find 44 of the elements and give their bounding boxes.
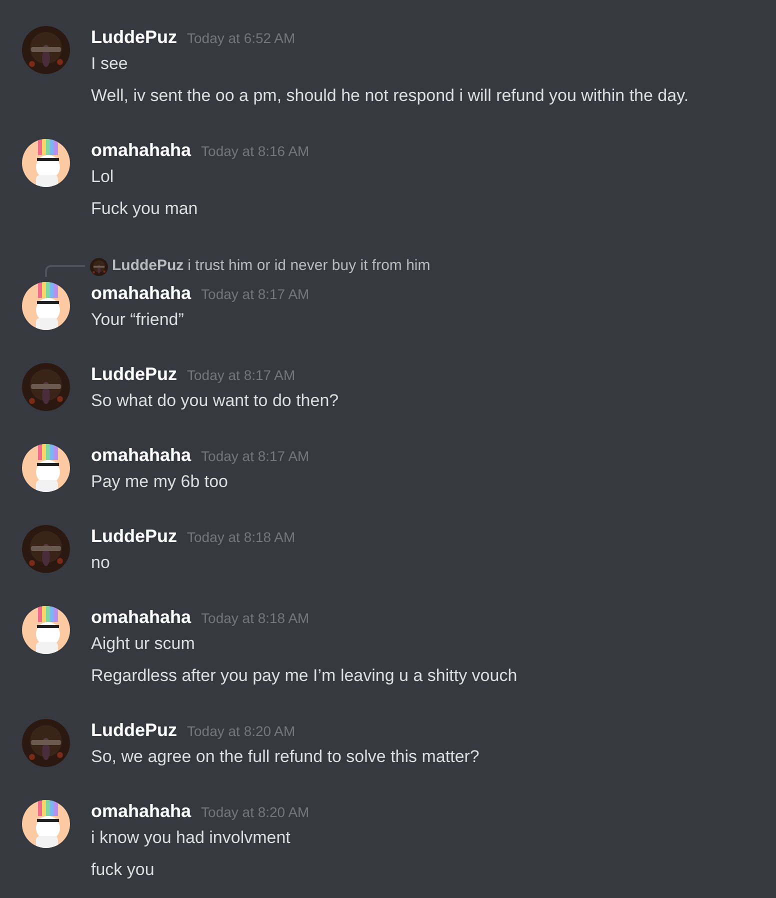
timestamp: Today at 8:20 AM: [201, 803, 310, 822]
message-text: So what do you want to do then?: [91, 390, 339, 412]
username[interactable]: LuddePuz: [91, 525, 177, 547]
timestamp: Today at 8:20 AM: [187, 722, 296, 741]
username[interactable]: omahahaha: [91, 800, 192, 822]
avatar: [22, 282, 70, 330]
reply-author[interactable]: LuddePuz: [112, 255, 184, 278]
avatar: [22, 800, 70, 848]
message-text: Fuck you man: [91, 198, 198, 220]
timestamp: Today at 8:16 AM: [201, 142, 310, 161]
username[interactable]: omahahaha: [91, 606, 192, 628]
username[interactable]: omahahaha: [91, 139, 192, 161]
reply-spine: [45, 265, 85, 277]
message-text: Pay me my 6b too: [91, 471, 228, 494]
timestamp: Today at 8:17 AM: [201, 447, 310, 466]
username[interactable]: LuddePuz: [91, 719, 177, 741]
timestamp: Today at 8:18 AM: [187, 528, 296, 547]
timestamp: Today at 6:52 AM: [187, 29, 296, 48]
timestamp: Today at 8:17 AM: [201, 285, 310, 304]
message-text: Lol: [91, 166, 114, 188]
message-text: fuck you: [91, 859, 154, 882]
avatar: [22, 363, 70, 411]
username[interactable]: omahahaha: [91, 282, 192, 304]
timestamp: Today at 8:17 AM: [187, 366, 296, 385]
avatar: [22, 444, 70, 492]
message-text: I see: [91, 53, 128, 76]
avatar: [90, 258, 108, 276]
message-text: Your “friend”: [91, 309, 184, 332]
avatar: [22, 26, 70, 74]
message-text: Aight ur scum: [91, 633, 195, 656]
timestamp: Today at 8:18 AM: [201, 609, 310, 628]
avatar: [22, 139, 70, 187]
avatar: [22, 606, 70, 654]
avatar: [22, 719, 70, 767]
message-text: i know you had involvment: [91, 827, 290, 850]
avatar: [22, 525, 70, 573]
username[interactable]: LuddePuz: [91, 26, 177, 48]
message-text: Well, iv sent the oo a pm, should he not respond i will refund you within the day.: [91, 85, 689, 108]
message-text: Regardless after you pay me I’m leaving u a shitty vouch: [91, 665, 518, 688]
username[interactable]: LuddePuz: [91, 363, 177, 385]
reply-preview[interactable]: i trust him or id never buy it from him: [188, 255, 430, 278]
username[interactable]: omahahaha: [91, 444, 192, 466]
message-text: no: [91, 552, 110, 574]
message-text: So, we agree on the full refund to solve this matter?: [91, 746, 480, 768]
